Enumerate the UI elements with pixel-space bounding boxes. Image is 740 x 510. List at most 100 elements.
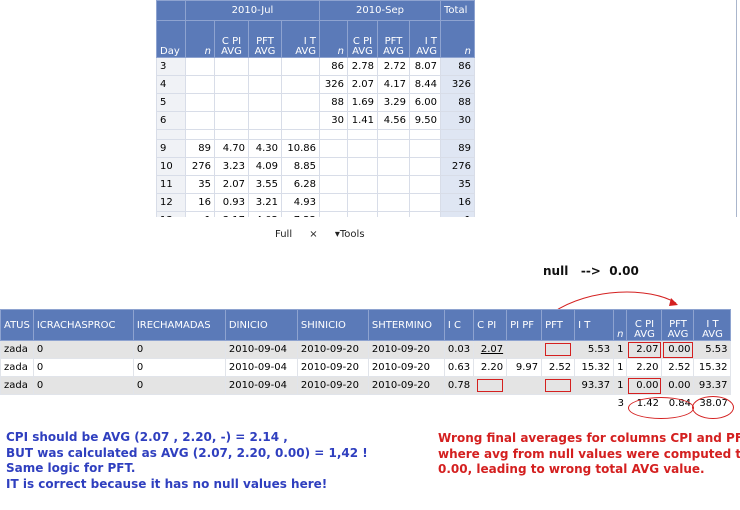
- col-cpi[interactable]: C PI: [473, 309, 508, 341]
- pivot-jul-pft: PFT AVG: [248, 20, 282, 58]
- pivot-cell: [347, 157, 378, 176]
- pivot-cell: [248, 75, 282, 94]
- pivot-row: 4 326 2.07 4.17 8.44 326: [156, 75, 475, 94]
- total-n: 3: [613, 394, 627, 412]
- totals-highlight-oval: [628, 397, 694, 419]
- pivot-jul-n: n: [185, 20, 215, 58]
- grid-cell-n: 1: [613, 340, 628, 359]
- full-button[interactable]: Full: [275, 229, 292, 240]
- pivot-cell: 8.07: [409, 57, 441, 76]
- pivot-row: 6 30 1.41 4.56 9.50 30: [156, 111, 475, 130]
- grid-row[interactable]: zada 0 0 2010-09-04 2010-09-20 2010-09-20 0.63…: [0, 358, 732, 377]
- pivot-row: 11 35 2.07 3.55 6.28 35: [156, 175, 475, 194]
- pivot-cell: [377, 175, 410, 194]
- pivot-gap-cell: [156, 129, 186, 140]
- col-irechamadas[interactable]: IRECHAMADAS: [132, 309, 226, 341]
- pivot-gap-cell: [347, 129, 378, 140]
- col-shtermino[interactable]: SHTERMINO: [367, 309, 445, 341]
- grid-cell-it: 15.32: [574, 358, 615, 377]
- pivot-cell: [409, 175, 441, 194]
- grid-cell-shinicio: 2010-09-20: [296, 340, 369, 359]
- close-icon[interactable]: ×: [309, 229, 317, 240]
- pivot-sep-n: n: [319, 20, 348, 58]
- grid-cell-pipf: 9.97: [506, 358, 543, 377]
- col-pft[interactable]: PFT: [541, 309, 576, 341]
- pivot-cell: [281, 93, 320, 112]
- pivot-cell: [248, 111, 282, 130]
- pivot-cell: 4.02: [248, 211, 282, 217]
- col-n[interactable]: n: [613, 309, 628, 341]
- grid-cell-pft-avg: 0.00: [661, 376, 695, 395]
- grid-cell-it-avg: 93.37: [693, 376, 732, 395]
- pivot-cell: 16: [185, 193, 215, 212]
- grid-cell-cpi: [473, 376, 508, 395]
- grid-cell-n: 1: [613, 376, 628, 395]
- pivot-table-panel[interactable]: 2010-Jul 2010-Sep Total Day n C PI AVG PF…: [156, 0, 736, 217]
- grid-cell-shinicio: 2010-09-20: [296, 376, 369, 395]
- pivot-cell: 30: [319, 111, 348, 130]
- col-shinicio[interactable]: SHINICIO: [296, 309, 369, 341]
- pivot-sep-it: I T AVG: [409, 20, 441, 58]
- pivot-day-cell: 4: [156, 75, 186, 94]
- pivot-cell: 1.41: [347, 111, 378, 130]
- grid-cell-shtermino: 2010-09-20: [367, 358, 445, 377]
- grid-cell-n: 1: [613, 358, 628, 377]
- col-cpi-avg[interactable]: C PI AVG: [626, 309, 663, 341]
- pivot-cell: [347, 139, 378, 158]
- grid-cell-status: zada: [0, 376, 34, 395]
- pivot-cell: [409, 211, 441, 217]
- pivot-cell: 7.22: [281, 211, 320, 217]
- pivot-cell: [185, 75, 215, 94]
- null-value-highlight: [477, 379, 504, 392]
- grid-cell-pft: 2.52: [541, 358, 576, 377]
- grid-cell-pft-avg: 2.52: [661, 358, 695, 377]
- pivot-row: 12 16 0.93 3.21 4.93 16: [156, 193, 475, 212]
- null-value-highlight: [545, 343, 572, 356]
- pivot-cell: 86: [319, 57, 348, 76]
- pivot-cell: [319, 139, 348, 158]
- grid-row[interactable]: zada 0 0 2010-09-04 2010-09-20 2010-09-20 0.78…: [0, 376, 732, 395]
- pivot-day-cell: 11: [156, 175, 186, 194]
- col-pipf[interactable]: PI PF: [506, 309, 543, 341]
- col-icrachasproc[interactable]: ICRACHASPROC: [32, 309, 134, 341]
- pivot-gap-cell: [409, 129, 441, 140]
- pivot-cell: 1.69: [347, 93, 378, 112]
- pivot-cell: 8.44: [409, 75, 441, 94]
- pivot-cell: [185, 111, 215, 130]
- pivot-gap-cell: [440, 129, 475, 140]
- grid-cell-icrachasproc: 0: [32, 376, 134, 395]
- pivot-cell: 276: [185, 157, 215, 176]
- null-to-zero-note: null --> 0.00: [543, 264, 639, 278]
- col-pft-avg[interactable]: PFT AVG: [661, 309, 695, 341]
- grid-cell-pft-avg: 0.00: [661, 340, 695, 359]
- pivot-total-cell: 1: [440, 211, 475, 217]
- explanation-note-red: Wrong final averages for columns CPI and…: [438, 431, 740, 478]
- pivot-cell: [377, 139, 410, 158]
- pivot-cell: 326: [319, 75, 348, 94]
- note-right-line: where avg from null values were computed…: [438, 446, 740, 461]
- col-dinicio[interactable]: DINICIO: [224, 309, 298, 341]
- grid-cell-dinicio: 2010-09-04: [224, 358, 298, 377]
- null-value-highlight: [545, 379, 572, 392]
- pivot-day-header: Day: [156, 20, 186, 58]
- note-right-line: 0.00, leading to wrong total AVG value.: [438, 462, 705, 476]
- col-ic[interactable]: I C: [443, 309, 475, 341]
- grid-row[interactable]: zada 0 0 2010-09-04 2010-09-20 2010-09-20 0.03…: [0, 340, 732, 359]
- col-status[interactable]: ATUS: [0, 309, 34, 341]
- grid-cell-irechamadas: 0: [132, 358, 226, 377]
- detail-grid-body: zada 0 0 2010-09-04 2010-09-20 2010-09-20 0.03…: [0, 340, 732, 395]
- pivot-cell: 6.28: [281, 175, 320, 194]
- col-it-avg[interactable]: I T AVG: [693, 309, 732, 341]
- pivot-cell: 3.29: [377, 93, 410, 112]
- pivot-cell: [214, 57, 249, 76]
- col-it[interactable]: I T: [574, 309, 615, 341]
- pivot-gap-cell: [377, 129, 410, 140]
- grid-totals-row: 3 1.42 0.84 38.07: [1, 394, 731, 412]
- pivot-gap-cell: [281, 129, 320, 140]
- grid-cell-cpi: 2.20: [473, 358, 508, 377]
- tools-menu-button[interactable]: ▾Tools: [335, 229, 365, 240]
- pivot-cell: [347, 193, 378, 212]
- pivot-sep-cpi: C PI AVG: [347, 20, 378, 58]
- pivot-cell: 4.17: [377, 75, 410, 94]
- pivot-total-cell: 89: [440, 139, 475, 158]
